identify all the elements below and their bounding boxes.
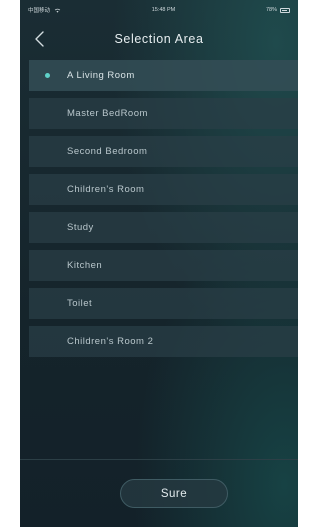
area-list: A Living Room Master BedRoom Second Bedr…	[29, 60, 298, 364]
battery-icon	[279, 7, 290, 13]
area-item-master-bedroom[interactable]: Master BedRoom	[29, 98, 298, 129]
area-item-childrens-room-2[interactable]: Children's Room 2	[29, 326, 298, 357]
area-item-toilet[interactable]: Toilet	[29, 288, 298, 319]
page-title: Selection Area	[114, 32, 204, 46]
status-time: 15:48 PM	[151, 7, 176, 13]
area-item-second-bedroom[interactable]: Second Bedroom	[29, 136, 298, 167]
status-bar: 中国移动 15:48 PM 78%	[20, 0, 298, 20]
battery-percent: 78%	[265, 7, 277, 13]
area-item-label: Study	[67, 222, 94, 233]
area-item-kitchen[interactable]: Kitchen	[29, 250, 298, 281]
back-chevron-icon[interactable]	[34, 31, 46, 47]
area-item-label: Second Bedroom	[67, 146, 148, 157]
area-item-living-room[interactable]: A Living Room	[29, 60, 298, 91]
carrier-label: 中国移动	[28, 8, 51, 14]
nav-bar: Selection Area	[20, 22, 298, 56]
status-right: 78%	[266, 7, 290, 13]
area-item-label: Master BedRoom	[67, 108, 148, 119]
sure-button[interactable]: Sure	[120, 479, 228, 508]
area-item-study[interactable]: Study	[29, 212, 298, 243]
bottom-divider	[20, 459, 298, 460]
status-left: 中国移动	[28, 6, 61, 14]
wifi-icon	[54, 8, 61, 13]
area-item-label: A Living Room	[67, 70, 135, 81]
area-item-label: Children's Room	[67, 184, 145, 195]
phone-screen: 中国移动 15:48 PM 78% Selection Area A Livin…	[20, 0, 298, 527]
selected-dot-icon	[45, 73, 50, 78]
area-item-label: Toilet	[67, 298, 93, 309]
area-item-childrens-room[interactable]: Children's Room	[29, 174, 298, 205]
area-item-label: Kitchen	[67, 260, 103, 271]
area-item-label: Children's Room 2	[67, 336, 154, 347]
